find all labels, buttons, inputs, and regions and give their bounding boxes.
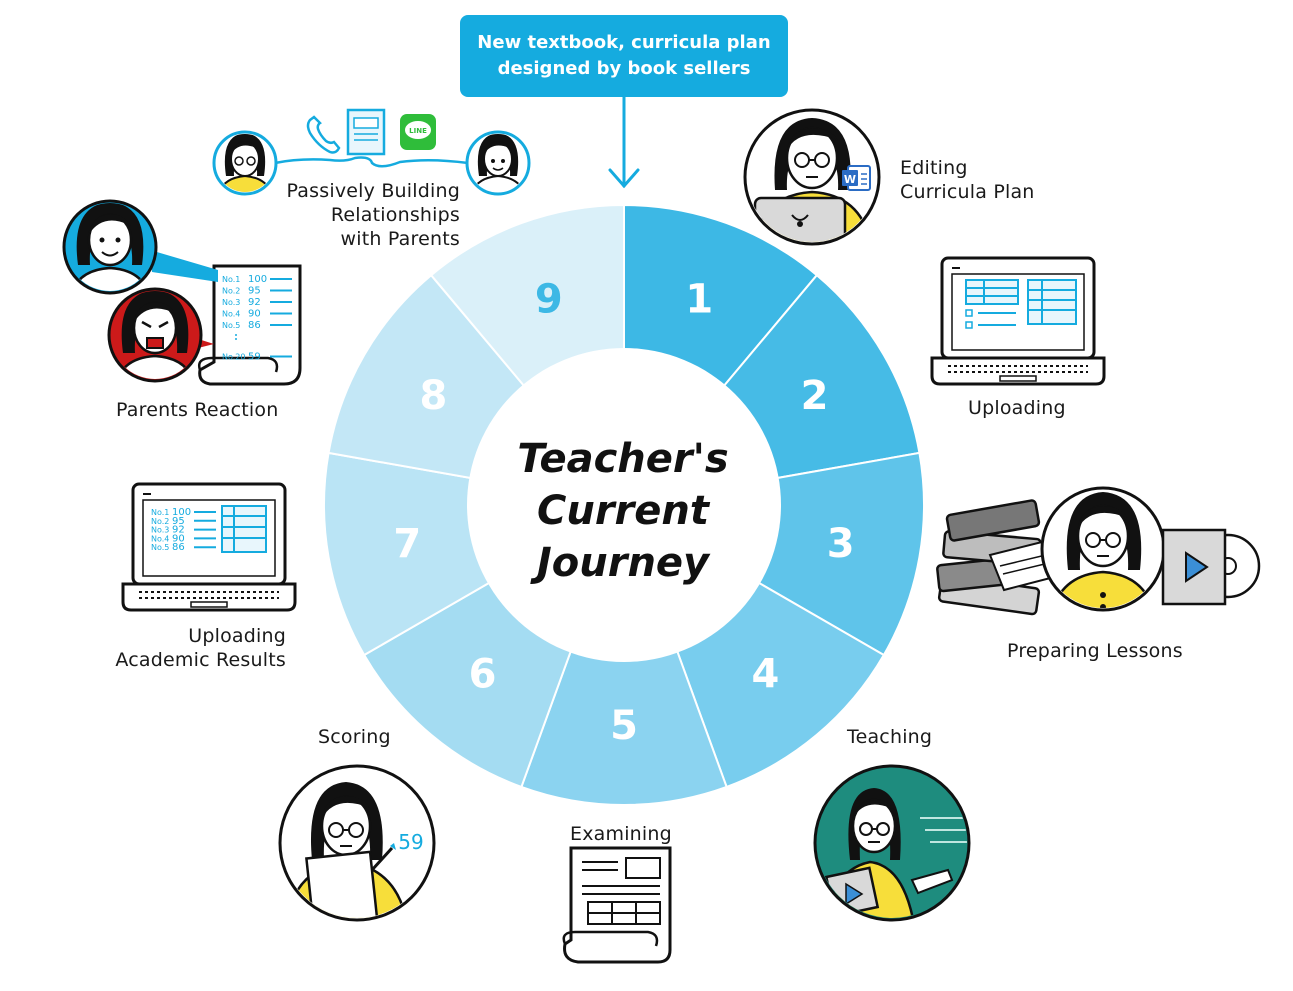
center-title-line-3: Journey — [536, 540, 710, 586]
segment-number-5: 5 — [610, 703, 638, 749]
label-uploading: Uploading — [968, 397, 1066, 419]
list-value: 59 — [248, 352, 261, 363]
list-label: No.2 — [151, 517, 169, 526]
label-relationships: Passively Building Relationships with Pa… — [286, 180, 460, 250]
list-label: No.20 — [222, 353, 245, 362]
segment-number-6: 6 — [469, 652, 497, 698]
center-title-line-2: Current — [536, 488, 709, 534]
down-arrow-icon — [608, 95, 640, 189]
results-laptop-illustration: No.1 100No.2 95No.3 92No.4 90No.5 86 — [121, 482, 297, 612]
list-label: No.5 — [151, 543, 169, 552]
video-disc-icon — [1161, 528, 1261, 606]
list-label: No.5 — [222, 321, 240, 330]
label-uploading-results: Uploading Academic Results — [115, 625, 286, 671]
phone-icon — [306, 115, 341, 154]
list-value: 92 — [248, 297, 261, 308]
segment-number-4: 4 — [751, 652, 779, 698]
list-value: 86 — [172, 542, 185, 553]
list-value: 86 — [248, 320, 261, 331]
list-label: No.1 — [222, 275, 240, 284]
label-scoring: Scoring — [318, 726, 391, 748]
line-app-icon: LINE — [400, 114, 436, 150]
score-value: 59 — [398, 830, 423, 854]
segment-number-3: 3 — [827, 521, 855, 567]
list-value: 100 — [248, 274, 267, 285]
preparing-lessons-illustration — [936, 486, 1261, 616]
parents-reaction-illustration: No.1 100 No.2 95 No.3 92 No.4 90 No.5 86 No.20 59 — [62, 199, 302, 386]
callout-line-1: New textbook, curricula plan — [477, 32, 771, 53]
segment-number-1: 1 — [685, 276, 713, 322]
list-label: No.2 — [222, 287, 240, 296]
list-label: No.3 — [151, 526, 169, 535]
list-label: No.4 — [222, 310, 240, 319]
scoring-illustration: 59 — [278, 764, 436, 922]
list-label: No.3 — [222, 298, 240, 307]
notebook-icon — [346, 108, 386, 156]
label-preparing-lessons: Preparing Lessons — [1007, 640, 1183, 662]
callout-line-2: designed by book sellers — [497, 58, 751, 79]
teaching-illustration — [813, 764, 971, 922]
uploading-laptop-illustration — [930, 256, 1106, 386]
label-editing: Editing Curricula Plan — [900, 157, 1035, 203]
list-label: No.1 — [151, 508, 169, 517]
label-teaching: Teaching — [847, 726, 933, 748]
center-title: Teacher's Current Journey — [462, 433, 784, 589]
svg-text:W: W — [844, 173, 856, 186]
textbook-callout: New textbook, curricula plan designed by… — [460, 15, 788, 97]
label-parents-reaction: Parents Reaction — [116, 399, 279, 421]
list-value: 90 — [248, 309, 261, 320]
segment-number-9: 9 — [535, 276, 563, 322]
segment-number-2: 2 — [801, 373, 829, 419]
list-label: No.4 — [151, 534, 169, 543]
center-title-line-1: Teacher's — [517, 436, 729, 482]
score-sheet-icon: No.1 100 No.2 95 No.3 92 No.4 90 No.5 86 No.20 59 — [198, 264, 302, 386]
svg-text:LINE: LINE — [409, 127, 427, 135]
label-examining: Examining — [570, 823, 672, 845]
exam-paper-illustration — [562, 846, 672, 964]
segment-number-7: 7 — [393, 521, 421, 567]
segment-number-8: 8 — [420, 373, 448, 419]
list-value: 95 — [248, 286, 261, 297]
